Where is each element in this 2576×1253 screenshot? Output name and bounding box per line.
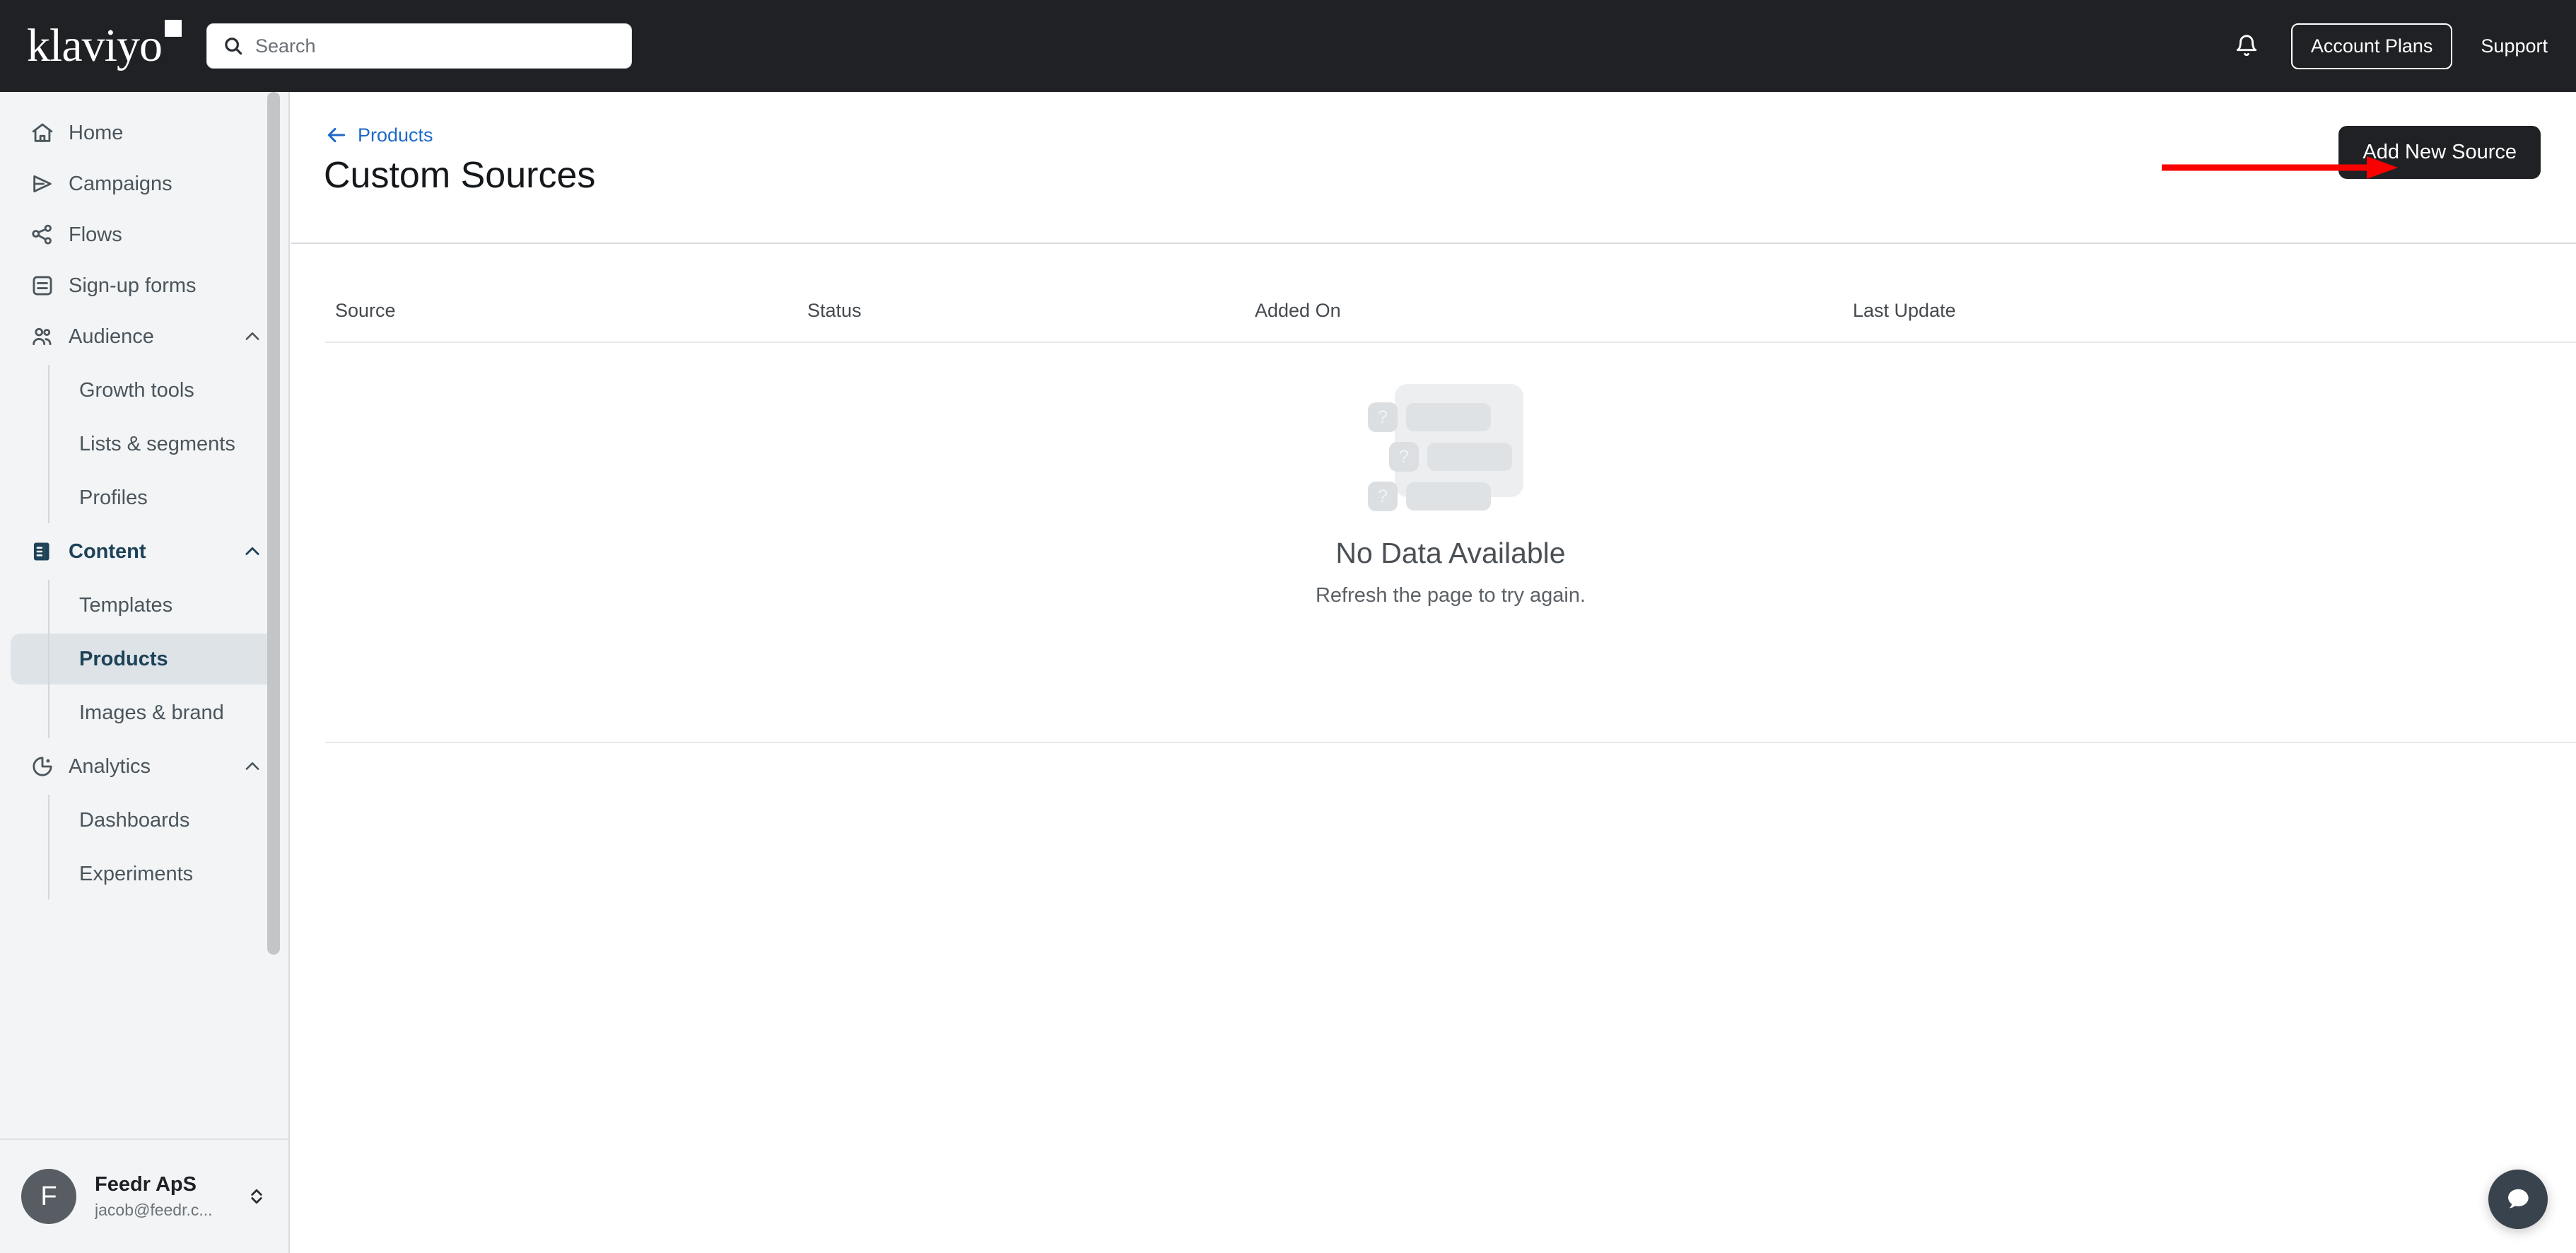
account-plans-button[interactable]: Account Plans: [2291, 23, 2453, 69]
arrow-left-icon: [325, 124, 348, 146]
sidebar-item-label: Experiments: [79, 863, 193, 886]
sidebar-scrollbar[interactable]: [267, 92, 283, 1138]
sidebar-item-label: Lists & segments: [79, 433, 235, 456]
nav-spacer: [0, 92, 288, 107]
sidebar: Home Campaigns Flows: [0, 92, 290, 1253]
chevron-up-icon[interactable]: [242, 757, 262, 776]
sidebar-item-label: Templates: [79, 594, 172, 617]
sidebar-item-label: Home: [69, 122, 123, 145]
sidebar-item-label: Content: [69, 540, 146, 564]
breadcrumb-label[interactable]: Products: [358, 124, 433, 146]
main-content: Products Custom Sources Add New Source S…: [291, 92, 2576, 1253]
placeholder-panel: [1395, 384, 1523, 497]
sidebar-item-label: Growth tools: [79, 379, 194, 402]
column-header-source: Source: [335, 300, 396, 322]
sidebar-item-templates[interactable]: Templates: [11, 580, 278, 631]
klaviyo-flag-mark-icon: [165, 20, 182, 37]
sidebar-item-label: Analytics: [69, 755, 151, 779]
sidebar-item-label: Images & brand: [79, 701, 224, 725]
account-name: Feedr ApS: [95, 1173, 213, 1196]
breadcrumb[interactable]: Products: [325, 124, 433, 146]
sidebar-nav: Home Campaigns Flows: [0, 92, 288, 1138]
sidebar-item-campaigns[interactable]: Campaigns: [11, 158, 278, 209]
sidebar-item-label: Dashboards: [79, 809, 189, 832]
chevron-up-down-icon[interactable]: [246, 1186, 267, 1207]
account-info: Feedr ApS jacob@feedr.c...: [95, 1173, 213, 1220]
no-data-placeholder-icon: ? ? ?: [1362, 377, 1539, 511]
sidebar-group-content[interactable]: Content: [11, 526, 278, 577]
bell-icon[interactable]: [2230, 30, 2263, 62]
flows-nodes-icon: [30, 223, 69, 247]
sidebar-item-signup-forms[interactable]: Sign-up forms: [11, 260, 278, 311]
sidebar-item-lists-segments[interactable]: Lists & segments: [11, 419, 278, 470]
column-header-status: Status: [807, 300, 862, 322]
placeholder-row: ?: [1368, 402, 1491, 432]
audience-people-icon: [30, 325, 69, 349]
chevron-up-icon[interactable]: [242, 327, 262, 346]
sidebar-item-home[interactable]: Home: [11, 107, 278, 158]
sidebar-item-label: Sign-up forms: [69, 274, 197, 298]
placeholder-bar: [1427, 443, 1512, 471]
logo-wordmark: klaviyo: [27, 23, 162, 69]
sidebar-item-flows[interactable]: Flows: [11, 209, 278, 260]
account-email: jacob@feedr.c...: [95, 1201, 213, 1220]
sidebar-item-label: Flows: [69, 223, 122, 247]
table-header-row: Source Status Added On Last Update: [325, 244, 2576, 343]
placeholder-question-icon: ?: [1368, 402, 1398, 432]
content-icon: [30, 540, 69, 564]
search-input[interactable]: Search: [255, 35, 316, 57]
analytics-subnav: Dashboards Experiments: [0, 795, 288, 899]
top-bar-actions: Account Plans Support: [2230, 0, 2548, 92]
support-link[interactable]: Support: [2481, 35, 2548, 57]
placeholder-question-icon: ?: [1389, 442, 1419, 472]
sidebar-item-products[interactable]: Products: [11, 634, 278, 684]
chat-support-button[interactable]: [2488, 1170, 2548, 1229]
sidebar-item-dashboards[interactable]: Dashboards: [11, 795, 278, 846]
analytics-pie-icon: [30, 754, 69, 779]
red-annotation-arrow: [2160, 152, 2401, 183]
sidebar-item-label: Profiles: [79, 486, 148, 510]
global-search[interactable]: Search: [206, 23, 632, 69]
signup-forms-icon: [30, 274, 69, 298]
sidebar-item-label: Campaigns: [69, 173, 172, 196]
campaigns-send-icon: [30, 172, 69, 196]
sidebar-scrollbar-thumb[interactable]: [267, 92, 280, 955]
sidebar-item-label: Products: [79, 648, 168, 671]
sidebar-group-audience[interactable]: Audience: [11, 311, 278, 362]
home-icon: [30, 121, 69, 145]
top-navigation-bar: klaviyo Search Account Plans Support: [0, 0, 2576, 92]
sidebar-item-profiles[interactable]: Profiles: [11, 472, 278, 523]
empty-state-subtitle: Refresh the page to try again.: [1316, 584, 1586, 607]
chat-bubble-icon: [2502, 1184, 2534, 1215]
column-header-last-update: Last Update: [1853, 300, 1956, 322]
account-switcher[interactable]: F Feedr ApS jacob@feedr.c...: [0, 1138, 288, 1253]
sidebar-item-images-brand[interactable]: Images & brand: [11, 687, 278, 738]
sidebar-item-experiments[interactable]: Experiments: [11, 849, 278, 899]
table-body-empty-state: ? ? ? No Data Available Refresh the page…: [325, 343, 2576, 743]
chevron-up-icon[interactable]: [242, 542, 262, 561]
klaviyo-logo[interactable]: klaviyo: [27, 14, 189, 78]
placeholder-row: ?: [1368, 482, 1491, 511]
column-header-added-on: Added On: [1255, 300, 1341, 322]
placeholder-bar: [1406, 482, 1491, 511]
search-icon: [223, 35, 244, 57]
sidebar-group-analytics[interactable]: Analytics: [11, 741, 278, 792]
placeholder-question-icon: ?: [1368, 482, 1398, 511]
sidebar-item-growth-tools[interactable]: Growth tools: [11, 365, 278, 416]
placeholder-bar: [1406, 403, 1491, 431]
page-title: Custom Sources: [324, 154, 595, 197]
content-subnav: Templates Products Images & brand: [0, 580, 288, 738]
empty-state-title: No Data Available: [1335, 537, 1565, 570]
sidebar-item-label: Audience: [69, 325, 154, 349]
avatar: F: [21, 1169, 76, 1224]
audience-subnav: Growth tools Lists & segments Profiles: [0, 365, 288, 523]
placeholder-row: ?: [1389, 442, 1512, 472]
